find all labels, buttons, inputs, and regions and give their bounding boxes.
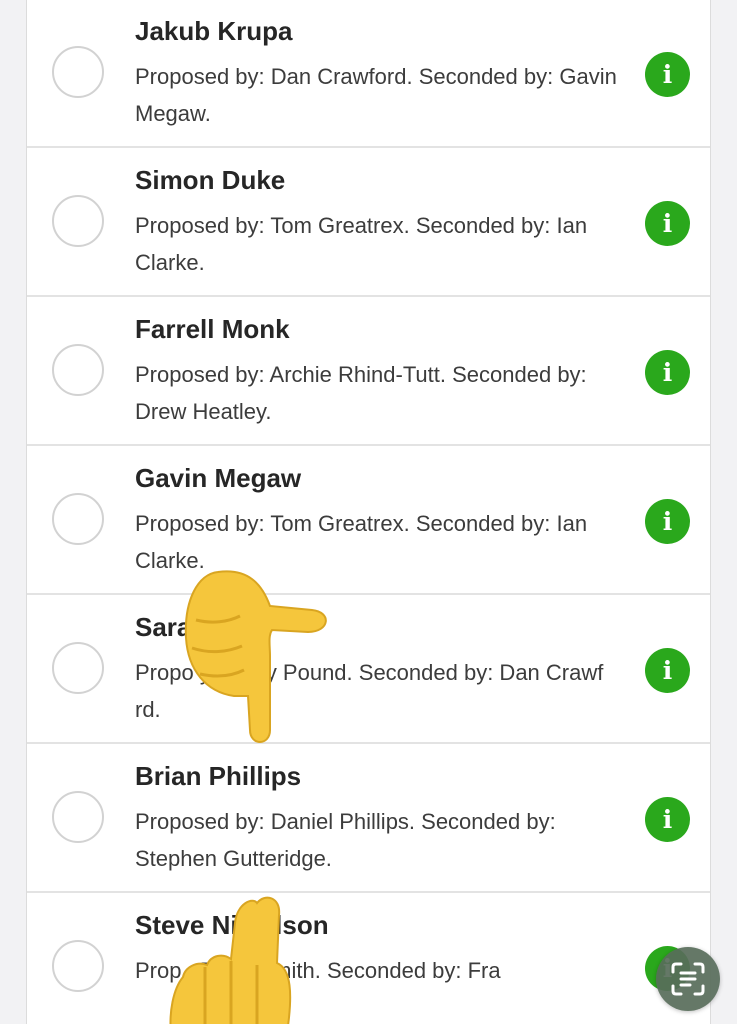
info-icon[interactable]: i (645, 499, 690, 544)
radio-circle-icon[interactable] (52, 344, 104, 396)
info-icon[interactable]: i (645, 201, 690, 246)
radio-circle-icon[interactable] (52, 46, 104, 98)
info-icon[interactable]: i (645, 648, 690, 693)
candidate-row[interactable]: Steve Nic olson Prop : Peter Smith. Seco… (27, 893, 710, 1024)
radio-circle-icon[interactable] (52, 791, 104, 843)
candidate-row[interactable]: Farrell Monk Proposed by: Archie Rhind-T… (27, 297, 710, 446)
candidate-row[interactable]: Gavin Megaw Proposed by: Tom Greatrex. S… (27, 446, 710, 595)
info-icon[interactable]: i (645, 350, 690, 395)
candidate-name: Simon Duke (135, 165, 286, 195)
scan-text-button[interactable] (656, 947, 720, 1011)
radio-circle-icon[interactable] (52, 493, 104, 545)
info-icon[interactable]: i (645, 797, 690, 842)
radio-circle-icon[interactable] (52, 195, 104, 247)
candidate-nomination: Proposed by: Dan Crawford. Seconded by: … (135, 64, 617, 126)
candidate-name: Brian Phillips (135, 761, 302, 791)
candidate-name: Jakub Krupa (135, 16, 293, 46)
candidate-row[interactable]: Brian Phillips Proposed by: Daniel Phill… (27, 744, 710, 893)
radio-circle-icon[interactable] (52, 642, 104, 694)
candidate-list-screen: Jakub Krupa Proposed by: Dan Crawford. S… (0, 0, 737, 1024)
candidate-nomination: Proposed by: Archie Rhind-Tutt. Seconded… (135, 362, 587, 424)
pointing-up-hand-emoji (169, 896, 292, 1024)
candidate-nomination: Proposed by: Tom Greatrex. Seconded by: … (135, 213, 588, 275)
info-icon[interactable]: i (645, 52, 690, 97)
candidate-nomination: Proposed by: Daniel Phillips. Seconded b… (135, 809, 556, 871)
scan-text-icon (671, 962, 705, 996)
candidate-name: Farrell Monk (135, 314, 290, 344)
candidate-row[interactable]: Simon Duke Proposed by: Tom Greatrex. Se… (27, 148, 710, 297)
radio-circle-icon[interactable] (52, 940, 104, 992)
candidate-list: Jakub Krupa Proposed by: Dan Crawford. S… (26, 0, 711, 1024)
candidate-row[interactable]: Sara Propo y: Emily Pound. Seconded by: … (27, 595, 710, 744)
candidate-name: Gavin Megaw (135, 463, 302, 493)
pointing-down-hand-emoji (184, 570, 327, 743)
candidate-row[interactable]: Jakub Krupa Proposed by: Dan Crawford. S… (27, 0, 710, 148)
